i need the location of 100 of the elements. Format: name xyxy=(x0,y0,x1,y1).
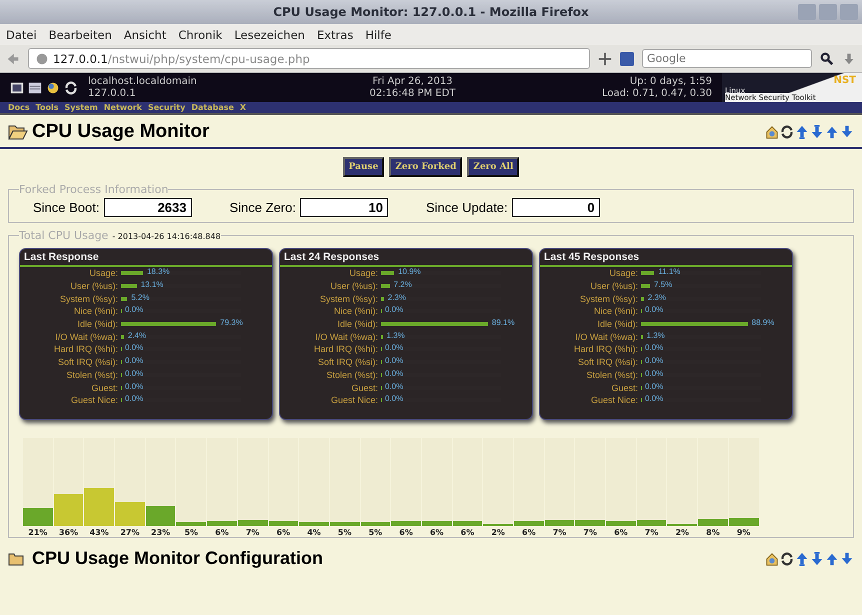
field-label: Since Boot: xyxy=(33,200,100,215)
bar-value-label: 6% xyxy=(522,528,536,537)
stat-value: 0.0% xyxy=(125,342,144,354)
stat-label: Nice (%ni): xyxy=(332,306,378,316)
bar-value-label: 6% xyxy=(430,528,444,537)
arrow-up-icon[interactable] xyxy=(825,125,839,139)
bar-value-label: 7% xyxy=(552,528,566,537)
stat-label: Hard IRQ (%hi): xyxy=(52,344,118,354)
date-text: Fri Apr 26, 2013 xyxy=(372,76,453,88)
stat-label: I/O Wait (%wa): xyxy=(574,332,638,342)
nav-menu-item[interactable]: Database xyxy=(191,102,234,113)
menu-item[interactable]: Extras xyxy=(316,28,354,42)
stat-label: Stolen (%st): xyxy=(65,370,118,380)
uptime-text: Up: 0 days, 1:59 xyxy=(630,76,712,88)
stat-label: Usage: xyxy=(88,268,118,278)
panel-title: Last 45 Responses xyxy=(540,249,792,267)
stat-label: I/O Wait (%wa): xyxy=(314,332,378,342)
bar-value-label: 9% xyxy=(736,528,750,537)
value-field: 0 xyxy=(512,198,600,217)
stat-label: Guest: xyxy=(610,382,638,393)
nav-menu-item[interactable]: System xyxy=(64,102,98,113)
bar-value-label: 36% xyxy=(58,528,78,537)
stat-value: 0.0% xyxy=(645,342,664,354)
bar-value-label: 4% xyxy=(307,528,321,537)
value-field: 10 xyxy=(300,198,388,217)
download-icon[interactable] xyxy=(842,52,856,66)
nav-menu-item[interactable]: Docs xyxy=(8,102,30,113)
load-text: Load: 0.71, 0.47, 0.30 xyxy=(602,88,712,100)
stat-label: Soft IRQ (%si): xyxy=(576,357,638,368)
stat-value: 88.9% xyxy=(752,317,774,330)
stat-label: Nice (%ni): xyxy=(72,306,118,316)
bar-value-label: 5% xyxy=(338,528,352,537)
stat-value: 5.2% xyxy=(131,292,150,304)
arrow-up-icon[interactable] xyxy=(795,552,809,566)
stat-value: 0.0% xyxy=(385,380,404,393)
stat-value: 1.3% xyxy=(386,330,405,342)
stat-label: Hard IRQ (%hi): xyxy=(572,344,638,354)
stat-value: 0.0% xyxy=(385,368,404,380)
arrow-down-icon[interactable] xyxy=(810,552,824,566)
refresh-icon[interactable] xyxy=(780,125,794,139)
menu-item[interactable]: Bearbeiten xyxy=(48,28,112,42)
section-title: CPU Usage Monitor Configuration xyxy=(32,548,324,569)
action-button[interactable]: Zero All xyxy=(467,157,520,177)
stat-label: Guest: xyxy=(350,382,378,393)
action-button[interactable]: Pause xyxy=(342,157,384,177)
url-host: 127.0.0.1 xyxy=(53,52,108,66)
stat-label: Nice (%ni): xyxy=(592,306,638,316)
stat-value: 2.3% xyxy=(648,292,666,304)
arrow-up-icon[interactable] xyxy=(825,552,839,566)
crosshair-icon[interactable] xyxy=(598,52,612,66)
page-title: CPU Usage Monitor xyxy=(32,121,210,143)
bar-value-label: 5% xyxy=(368,528,382,537)
arrow-down-icon[interactable] xyxy=(810,125,824,139)
hostname: localhost.localdomain xyxy=(88,76,198,88)
nav-menu-item[interactable]: Network xyxy=(104,102,142,113)
menu-item[interactable]: Datei xyxy=(6,28,37,42)
menu-item[interactable]: Hilfe xyxy=(365,28,392,42)
stat-value: 79.3% xyxy=(220,317,243,330)
stat-label: Guest Nice: xyxy=(330,395,378,406)
stat-label: Stolen (%st): xyxy=(585,370,638,380)
menu-item[interactable]: Lesezeichen xyxy=(234,28,305,42)
arrow-down-icon[interactable] xyxy=(840,552,854,566)
stat-label: Soft IRQ (%si): xyxy=(316,357,378,368)
nav-menu-item[interactable]: Security xyxy=(148,102,186,113)
stat-value: 0.0% xyxy=(385,393,404,406)
bar-value-label: 6% xyxy=(215,528,229,537)
folder-icon xyxy=(8,552,24,566)
nav-menu-item[interactable]: X xyxy=(240,102,246,113)
stat-label: Guest Nice: xyxy=(70,395,118,406)
address-field[interactable]: 127.0.0.1/nstwui/php/system/cpu-usage.php xyxy=(28,48,590,69)
stat-label: System (%sy): xyxy=(58,294,118,304)
search-field[interactable]: Google xyxy=(642,49,812,68)
group-legend: Total CPU Usage xyxy=(19,229,108,242)
refresh-icon[interactable] xyxy=(780,552,794,566)
stat-label: System (%sy): xyxy=(318,294,378,304)
stat-value: 89.1% xyxy=(492,317,515,330)
stat-label: Guest: xyxy=(90,382,118,393)
bar-value-label: 7% xyxy=(583,528,598,537)
stat-label: Soft IRQ (%si): xyxy=(56,357,118,368)
stat-value: 0.0% xyxy=(645,380,664,393)
menu-item[interactable]: Ansicht xyxy=(124,28,166,42)
menu-item[interactable]: Chronik xyxy=(178,28,222,42)
stat-value: 11.1% xyxy=(658,266,680,278)
arrow-up-icon[interactable] xyxy=(795,125,809,139)
stat-label: User (%us): xyxy=(69,281,118,292)
stat-value: 0.0% xyxy=(645,355,664,368)
arrow-down-icon[interactable] xyxy=(840,125,854,139)
window-icon[interactable] xyxy=(28,80,42,94)
group-legend: Forked Process Information xyxy=(19,183,168,196)
nav-menu-item[interactable]: Tools xyxy=(36,102,59,113)
search-icon[interactable] xyxy=(820,52,834,66)
bar-value-label: 21% xyxy=(28,528,48,537)
bar-value-label: 8% xyxy=(706,528,720,537)
stat-label: Guest Nice: xyxy=(590,395,638,406)
panel-title: Last Response xyxy=(20,249,272,267)
stat-value: 2.4% xyxy=(128,330,146,342)
action-button[interactable]: Zero Forked xyxy=(389,157,462,177)
home-icon[interactable] xyxy=(765,552,779,566)
home-icon[interactable] xyxy=(765,125,779,139)
value-field: 2633 xyxy=(104,198,192,217)
